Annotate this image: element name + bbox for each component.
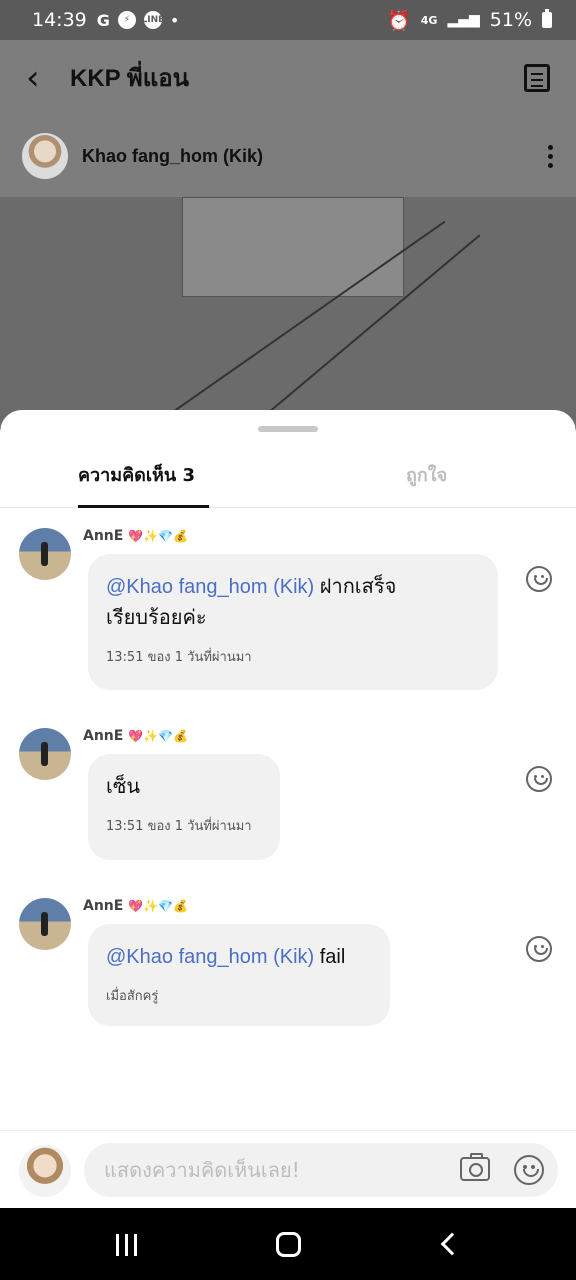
commenter-avatar[interactable] xyxy=(19,528,71,580)
commenter-emojis: 💖✨💎💰 xyxy=(128,729,188,743)
notification-icons: G ⚡ LINE • xyxy=(97,11,180,30)
commenter-username: AnnE xyxy=(83,898,124,914)
nav-back-icon[interactable] xyxy=(440,1232,464,1256)
document-icon[interactable] xyxy=(524,63,550,92)
comment-bubble[interactable]: @Khao fang_hom (Kik) ฝากเสร็จเรียบร้อยค่… xyxy=(88,554,498,690)
line-app-icon: LINE xyxy=(142,11,164,29)
comment-body: fail xyxy=(314,946,346,968)
home-icon[interactable] xyxy=(276,1232,301,1257)
mention-link[interactable]: @Khao fang_hom (Kik) xyxy=(106,946,314,968)
comment-body: ฝากเสร็จ xyxy=(314,576,397,598)
id-card-image xyxy=(182,197,404,297)
battery-icon xyxy=(542,9,552,28)
commenter-avatar[interactable] xyxy=(19,898,71,950)
status-time: 14:39 xyxy=(32,9,87,31)
comment-body-line2: เรียบร้อยค่ะ xyxy=(106,607,207,629)
camera-icon[interactable] xyxy=(460,1153,490,1181)
comment-bubble[interactable]: @Khao fang_hom (Kik) fail เมื่อสักครู่ xyxy=(88,924,390,1026)
comment-text: @Khao fang_hom (Kik) ฝากเสร็จเรียบร้อยค่… xyxy=(106,572,480,634)
messenger-icon: ⚡ xyxy=(117,11,136,29)
commenter-avatar[interactable] xyxy=(19,728,71,780)
battery-percent: 51% xyxy=(489,9,532,31)
network-type: 4G xyxy=(420,13,438,27)
signal-icon: ▂▄▆ xyxy=(447,12,480,28)
author-avatar[interactable] xyxy=(22,133,68,179)
comment-text: @Khao fang_hom (Kik) fail xyxy=(106,942,372,973)
page-title: KKP พี่แอน xyxy=(70,65,190,92)
commenter-name[interactable]: AnnE 💖✨💎💰 xyxy=(83,528,188,544)
status-bar: 14:39 G ⚡ LINE • ⏰ 4G ▂▄▆ 51% xyxy=(0,0,576,40)
mention-link[interactable]: @Khao fang_hom (Kik) xyxy=(106,576,314,598)
react-smiley-icon[interactable] xyxy=(526,766,552,792)
tab-likes[interactable]: ถูกใจ xyxy=(406,460,447,489)
comment-input-box xyxy=(84,1143,558,1197)
system-icons: ⏰ 4G ▂▄▆ 51% xyxy=(387,9,552,32)
recent-apps-icon[interactable] xyxy=(116,1234,140,1256)
active-tab-indicator xyxy=(78,505,209,508)
post-image xyxy=(0,197,576,427)
comment-timestamp: เมื่อสักครู่ xyxy=(106,989,159,1004)
commenter-emojis: 💖✨💎💰 xyxy=(128,899,188,913)
react-smiley-icon[interactable] xyxy=(526,566,552,592)
commenter-username: AnnE xyxy=(83,728,124,744)
sheet-tabs: ความคิดเห็น 3 ถูกใจ xyxy=(0,450,576,508)
commenter-username: AnnE xyxy=(83,528,124,544)
google-icon: G xyxy=(96,10,110,30)
comment-text: เซ็น xyxy=(106,776,141,798)
comments-sheet: ความคิดเห็น 3 ถูกใจ AnnE 💖✨💎💰 @Khao fang… xyxy=(0,410,576,1208)
alarm-icon: ⏰ xyxy=(387,9,411,32)
comment-input[interactable] xyxy=(104,1143,444,1197)
comment-timestamp: 13:51 ของ 1 วันที่ผ่านมา xyxy=(106,650,252,665)
comment-timestamp: 13:51 ของ 1 วันที่ผ่านมา xyxy=(106,819,252,834)
back-arrow-icon[interactable]: ‹ xyxy=(26,58,56,98)
post-header: ‹ KKP พี่แอน xyxy=(0,40,576,115)
post-author-row: Khao fang_hom (Kik) xyxy=(0,115,576,197)
sheet-drag-handle[interactable] xyxy=(258,426,318,432)
author-name[interactable]: Khao fang_hom (Kik) xyxy=(82,146,263,167)
commenter-emojis: 💖✨💎💰 xyxy=(128,529,188,543)
react-smiley-icon[interactable] xyxy=(526,936,552,962)
comment-bubble[interactable]: เซ็น 13:51 ของ 1 วันที่ผ่านมา xyxy=(88,754,280,860)
more-options-icon[interactable] xyxy=(548,144,554,168)
emoji-sticker-icon[interactable] xyxy=(514,1155,544,1185)
commenter-name[interactable]: AnnE 💖✨💎💰 xyxy=(83,898,188,914)
commenter-name[interactable]: AnnE 💖✨💎💰 xyxy=(83,728,188,744)
dot-icon: • xyxy=(169,10,180,30)
comment-composer xyxy=(0,1130,576,1208)
my-avatar xyxy=(19,1145,71,1197)
system-nav-bar xyxy=(0,1208,576,1280)
tab-comments[interactable]: ความคิดเห็น 3 xyxy=(78,460,195,489)
